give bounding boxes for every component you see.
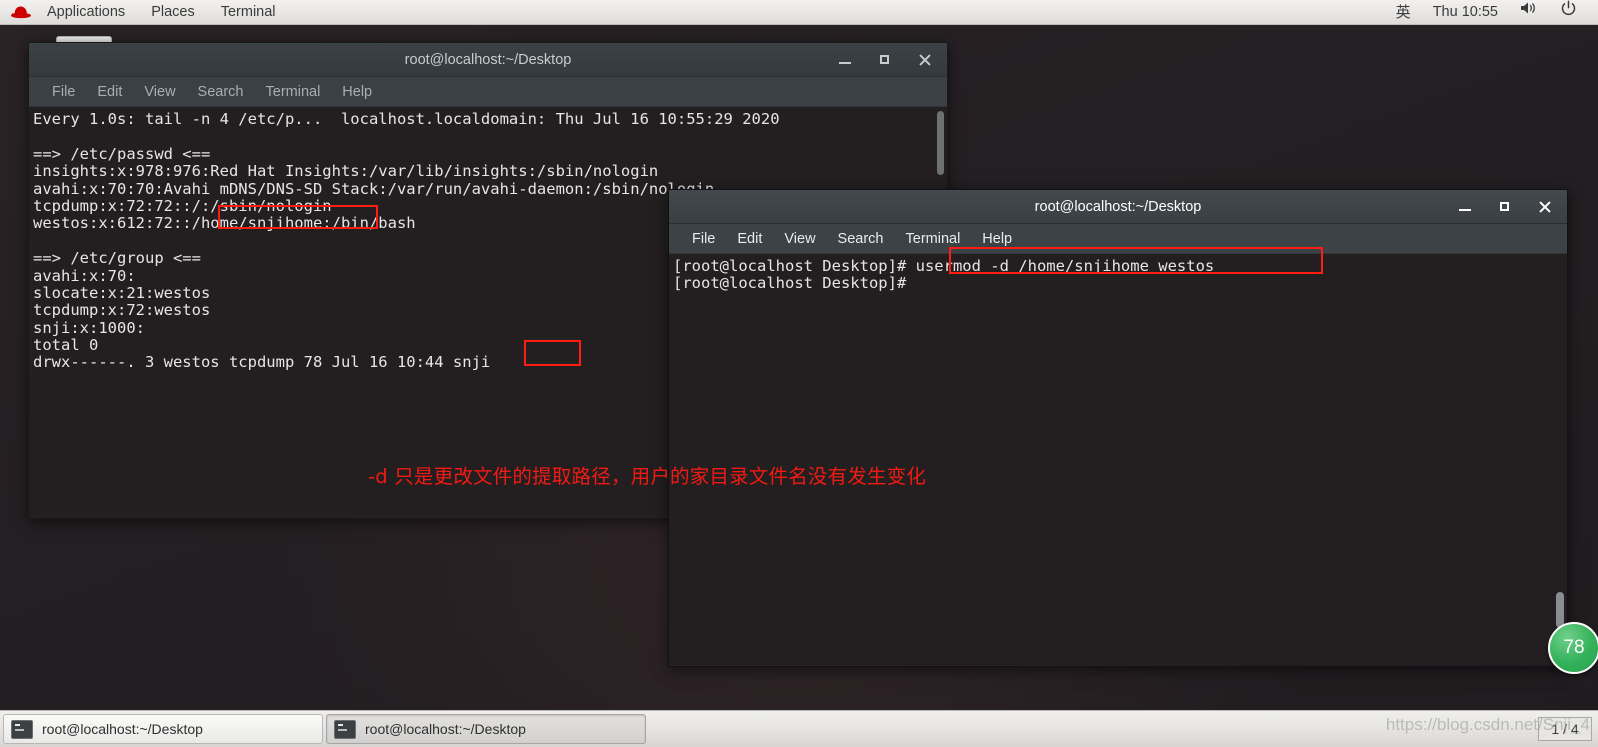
power-icon[interactable] — [1549, 0, 1588, 25]
progress-badge[interactable]: 78 — [1548, 622, 1598, 674]
terminal-line: insights:x:978:976:Red Hat Insights:/var… — [33, 162, 659, 181]
window1-close-button[interactable] — [917, 52, 933, 68]
window2-menubar: File Edit View Search Terminal Help — [669, 224, 1567, 254]
window1-menu-terminal[interactable]: Terminal — [255, 77, 332, 107]
window2-menu-view[interactable]: View — [773, 224, 826, 254]
window2-titlebar[interactable]: root@localhost:~/Desktop — [669, 190, 1567, 224]
taskbar: root@localhost:~/Desktop root@localhost:… — [0, 710, 1598, 747]
window1-menu-view[interactable]: View — [133, 77, 186, 107]
panel-menu-terminal[interactable]: Terminal — [208, 0, 289, 25]
window2-menu-edit[interactable]: Edit — [726, 224, 773, 254]
window1-menu-search[interactable]: Search — [187, 77, 255, 107]
window1-minimize-button[interactable] — [837, 52, 853, 68]
window1-titlebar[interactable]: root@localhost:~/Desktop — [29, 43, 947, 77]
terminal-icon — [11, 719, 33, 739]
terminal-line: Every 1.0s: tail -n 4 /etc/p... localhos… — [33, 110, 780, 128]
window2-title: root@localhost:~/Desktop — [1034, 198, 1202, 215]
clock[interactable]: Thu 10:55 — [1422, 0, 1509, 25]
annotation-note: -d 只是更改文件的提取路径，用户的家目录文件名没有发生变化 — [368, 465, 927, 488]
window2-maximize-button[interactable] — [1497, 199, 1513, 215]
window2-menu-terminal[interactable]: Terminal — [895, 224, 972, 254]
desktop-screen: Enterprise Linux Applications Places Ter… — [0, 0, 1598, 747]
window1-title: root@localhost:~/Desktop — [404, 51, 572, 68]
window1-menu-file[interactable]: File — [41, 77, 86, 107]
window2-minimize-button[interactable] — [1457, 199, 1473, 215]
panel-menu-applications[interactable]: Applications — [34, 0, 138, 25]
badge-stem — [1556, 592, 1564, 628]
panel-menu-places[interactable]: Places — [138, 0, 208, 25]
taskbar-item-label: root@localhost:~/Desktop — [365, 721, 526, 737]
window2-menu-file[interactable]: File — [681, 224, 726, 254]
redhat-logo-icon[interactable] — [8, 0, 34, 25]
window1-controls — [837, 52, 947, 68]
top-panel: Applications Places Terminal 英 Thu 10:55 — [0, 0, 1598, 25]
watermark: https://blog.csdn.net/Snji_4 — [1385, 715, 1590, 734]
panel-status-area: 英 Thu 10:55 — [1385, 0, 1598, 25]
window1-maximize-button[interactable] — [877, 52, 893, 68]
terminal-line: [root@localhost Desktop]# usermod -d /ho… — [673, 257, 1215, 275]
input-method-indicator[interactable]: 英 — [1385, 0, 1422, 25]
taskbar-status-area: 1 / 4 https://blog.csdn.net/Snji_4 — [1386, 715, 1598, 741]
taskbar-item-terminal-1[interactable]: root@localhost:~/Desktop — [3, 714, 323, 744]
taskbar-item-terminal-2[interactable]: root@localhost:~/Desktop — [326, 714, 646, 744]
terminal-icon — [334, 719, 356, 739]
terminal-line: ==> /etc/passwd <== — [33, 144, 211, 163]
window2-close-button[interactable] — [1537, 199, 1553, 215]
taskbar-item-label: root@localhost:~/Desktop — [42, 721, 203, 737]
window2-controls — [1457, 199, 1567, 215]
window2-menu-search[interactable]: Search — [827, 224, 895, 254]
terminal-window-2[interactable]: root@localhost:~/Desktop File Edit View … — [668, 189, 1568, 667]
window1-menu-edit[interactable]: Edit — [86, 77, 133, 107]
window1-menubar: File Edit View Search Terminal Help — [29, 77, 947, 107]
speaker-icon[interactable] — [1509, 0, 1549, 25]
window1-menu-help[interactable]: Help — [331, 77, 383, 107]
window2-menu-help[interactable]: Help — [971, 224, 1023, 254]
terminal-line: [root@localhost Desktop]# — [673, 274, 907, 293]
